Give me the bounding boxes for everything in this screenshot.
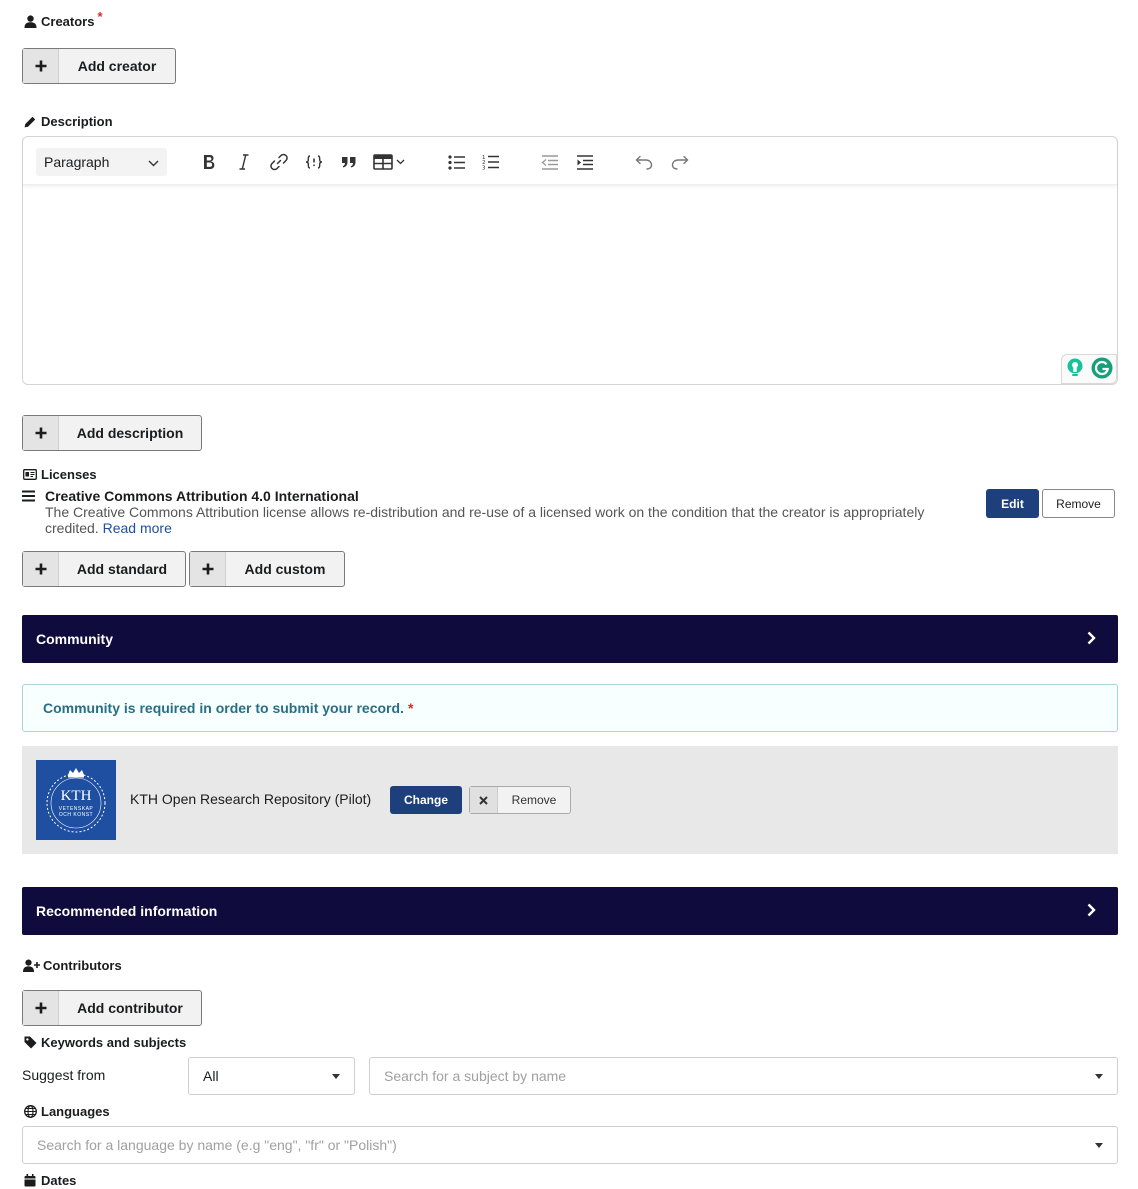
id-card-icon: [22, 468, 38, 482]
license-title: Creative Commons Attribution 4.0 Interna…: [45, 488, 359, 504]
remove-community-button[interactable]: Remove: [469, 786, 571, 814]
indent-icon[interactable]: [574, 151, 596, 173]
plus-icon: [23, 552, 59, 586]
chevron-down-icon: [148, 154, 159, 170]
add-creator-label: Add creator: [77, 58, 157, 74]
community-name: KTH Open Research Repository (Pilot): [130, 791, 372, 807]
description-label: Description: [22, 114, 113, 129]
link-icon[interactable]: [268, 151, 290, 173]
add-custom-license-button[interactable]: Add custom: [189, 551, 345, 587]
remove-license-button[interactable]: Remove: [1042, 489, 1115, 518]
italic-icon[interactable]: [233, 151, 255, 173]
grammarly-icon: [1091, 357, 1113, 382]
chevron-right-icon: [1087, 903, 1096, 920]
description-editor[interactable]: Paragraph 123: [22, 136, 1118, 385]
plus-icon: [23, 991, 59, 1025]
read-more-link[interactable]: Read more: [103, 520, 172, 536]
chevron-right-icon: [1087, 631, 1096, 648]
suggest-from-label: Suggest from: [22, 1067, 106, 1083]
required-asterisk: *: [97, 9, 103, 24]
tag-icon: [22, 1036, 38, 1050]
languages-label: Languages: [22, 1104, 110, 1119]
kth-logo-subtext2: OCH KONST: [58, 811, 94, 818]
dates-label: Dates: [22, 1173, 76, 1188]
add-creator-button[interactable]: Add creator: [22, 48, 176, 84]
outdent-icon[interactable]: [539, 151, 561, 173]
community-accordion-header[interactable]: Community: [22, 615, 1118, 663]
undo-icon[interactable]: [633, 151, 655, 173]
creators-label-text: Creators: [41, 14, 95, 29]
change-community-button[interactable]: Change: [390, 786, 462, 814]
licenses-label: Licenses: [22, 467, 97, 482]
community-required-text: Community is required in order to submit…: [43, 700, 404, 716]
dates-label-text: Dates: [41, 1173, 77, 1188]
suggest-from-value: All: [203, 1068, 219, 1084]
calendar-icon: [22, 1174, 38, 1188]
user-icon: [22, 15, 38, 29]
dropdown-caret-icon: [1095, 1073, 1103, 1079]
contributors-label-text: Contributors: [43, 958, 122, 973]
license-description-line1: The Creative Commons Attribution license…: [45, 504, 925, 520]
remove-community-label: Remove: [511, 793, 557, 807]
blockquote-icon[interactable]: [338, 151, 360, 173]
redo-icon[interactable]: [669, 151, 691, 173]
close-icon: [470, 787, 498, 813]
paragraph-select-value: Paragraph: [44, 154, 110, 170]
drag-handle-icon[interactable]: [22, 489, 36, 503]
keywords-label: Keywords and subjects: [22, 1035, 186, 1050]
language-search-input[interactable]: Search for a language by name (e.g "eng"…: [22, 1126, 1118, 1164]
globe-icon: [22, 1105, 38, 1119]
community-header-title: Community: [36, 631, 113, 647]
creators-label: Creators *: [22, 9, 103, 29]
add-standard-label: Add standard: [76, 561, 168, 577]
dropdown-caret-icon: [1095, 1142, 1103, 1148]
contributors-label: Contributors: [22, 958, 122, 973]
grammarly-widget[interactable]: [1061, 354, 1117, 384]
table-icon[interactable]: [373, 151, 409, 173]
community-required-message: Community is required in order to submit…: [22, 684, 1118, 732]
kth-logo: KTH VETENSKAP OCH KONST: [36, 760, 116, 840]
lightbulb-icon: [1066, 358, 1084, 381]
user-plus-icon: [22, 959, 40, 973]
plus-icon: [190, 552, 226, 586]
pencil-icon: [22, 115, 38, 129]
suggest-from-select[interactable]: All: [188, 1057, 355, 1095]
paragraph-select[interactable]: Paragraph: [36, 148, 167, 176]
add-description-button[interactable]: Add description: [22, 415, 202, 451]
recommended-accordion-header[interactable]: Recommended information: [22, 887, 1118, 935]
add-standard-license-button[interactable]: Add standard: [22, 551, 186, 587]
license-description-line2: credited.: [45, 520, 99, 536]
add-contributor-button[interactable]: Add contributor: [22, 990, 202, 1026]
add-description-label: Add description: [76, 425, 184, 441]
description-label-text: Description: [41, 114, 113, 129]
languages-label-text: Languages: [41, 1104, 110, 1119]
bulleted-list-icon[interactable]: [446, 151, 468, 173]
add-contributor-label: Add contributor: [77, 1000, 183, 1016]
code-block-icon[interactable]: [303, 151, 325, 173]
kth-logo-text: KTH: [60, 787, 92, 804]
add-custom-label: Add custom: [244, 561, 326, 577]
subject-search-placeholder: Search for a subject by name: [384, 1068, 567, 1084]
licenses-label-text: Licenses: [41, 467, 97, 482]
selected-community-panel: KTH VETENSKAP OCH KONST KTH Open Researc…: [22, 746, 1118, 854]
recommended-header-title: Recommended information: [36, 903, 218, 919]
editor-toolbar: Paragraph 123: [23, 137, 1117, 185]
dropdown-caret-icon: [332, 1073, 340, 1079]
language-search-placeholder: Search for a language by name (e.g "eng"…: [37, 1137, 397, 1153]
license-description: The Creative Commons Attribution license…: [45, 504, 965, 536]
bold-icon[interactable]: [198, 151, 220, 173]
required-asterisk: *: [407, 700, 414, 716]
keywords-label-text: Keywords and subjects: [41, 1035, 187, 1050]
edit-license-button[interactable]: Edit: [986, 489, 1039, 518]
plus-icon: [23, 416, 59, 450]
svg-text:3: 3: [482, 166, 486, 171]
subject-search-input[interactable]: Search for a subject by name: [369, 1057, 1118, 1095]
plus-icon: [23, 49, 59, 83]
numbered-list-icon[interactable]: 123: [480, 151, 502, 173]
